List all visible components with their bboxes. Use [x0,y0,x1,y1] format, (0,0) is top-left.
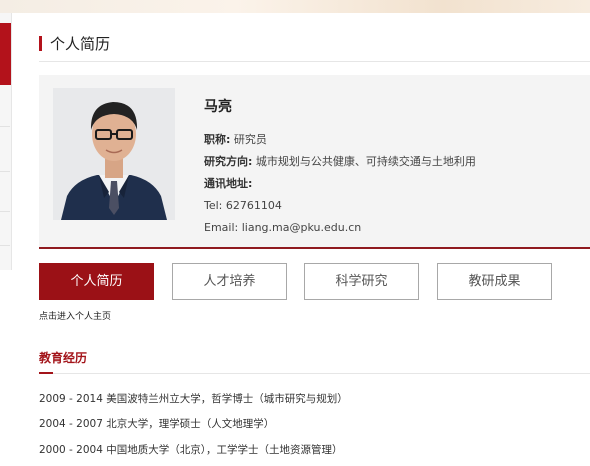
profile-photo [53,88,175,220]
sidebar-divider [0,211,10,212]
sidebar-divider [0,126,10,127]
portrait-illustration [53,88,175,220]
email-value: liang.ma@pku.edu.cn [241,221,362,234]
education-divider [39,373,590,374]
profile-title-row: 职称: 研究员 [204,129,476,151]
research-value: 城市规划与公共健康、可持续交通与土地利用 [255,155,476,168]
sidebar-divider [0,171,10,172]
title-divider [39,61,590,62]
education-heading: 教育经历 [39,351,88,365]
title-value: 研究员 [233,133,267,146]
header-banner-strip [0,0,590,13]
sidebar-divider [0,245,10,246]
sidebar-active-accent[interactable] [0,23,11,85]
address-label: 通讯地址: [204,177,253,190]
profile-research-row: 研究方向: 城市规划与公共健康、可持续交通与土地利用 [204,151,476,173]
tab-resume[interactable]: 个人简历 [39,263,154,300]
tel-label: Tel: [204,199,223,212]
homepage-link[interactable]: 点击进入个人主页 [39,309,111,322]
title-accent-bar [39,35,42,51]
tab-achievements[interactable]: 教研成果 [437,263,552,300]
profile-name: 马亮 [204,99,232,115]
title-label: 职称: [204,133,231,146]
education-item: 2004 - 2007 北京大学，理学硕士（人文地理学） [39,418,275,430]
research-label: 研究方向: [204,155,253,168]
page-title-text: 个人简历 [50,34,111,53]
tab-research[interactable]: 科学研究 [304,263,419,300]
education-item: 2000 - 2004 中国地质大学（北京），工学学士（土地资源管理） [39,444,343,456]
profile-email-row: Email: liang.ma@pku.edu.cn [204,217,476,239]
left-sidebar-edge [0,13,12,270]
tel-value: 62761104 [225,199,282,212]
profile-address-row: 通讯地址: [204,173,476,195]
page-title: 个人简历 [39,34,111,53]
tab-talent-training[interactable]: 人才培养 [172,263,287,300]
profile-tel-row: Tel: 62761104 [204,195,476,217]
email-label: Email: [204,221,239,234]
education-item: 2009 - 2014 美国波特兰州立大学，哲学博士（城市研究与规划） [39,393,348,405]
profile-card: 马亮 职称: 研究员 研究方向: 城市规划与公共健康、可持续交通与土地利用 通讯… [39,75,590,249]
education-divider-accent [39,372,53,374]
profile-info: 马亮 职称: 研究员 研究方向: 城市规划与公共健康、可持续交通与土地利用 通讯… [204,96,476,239]
